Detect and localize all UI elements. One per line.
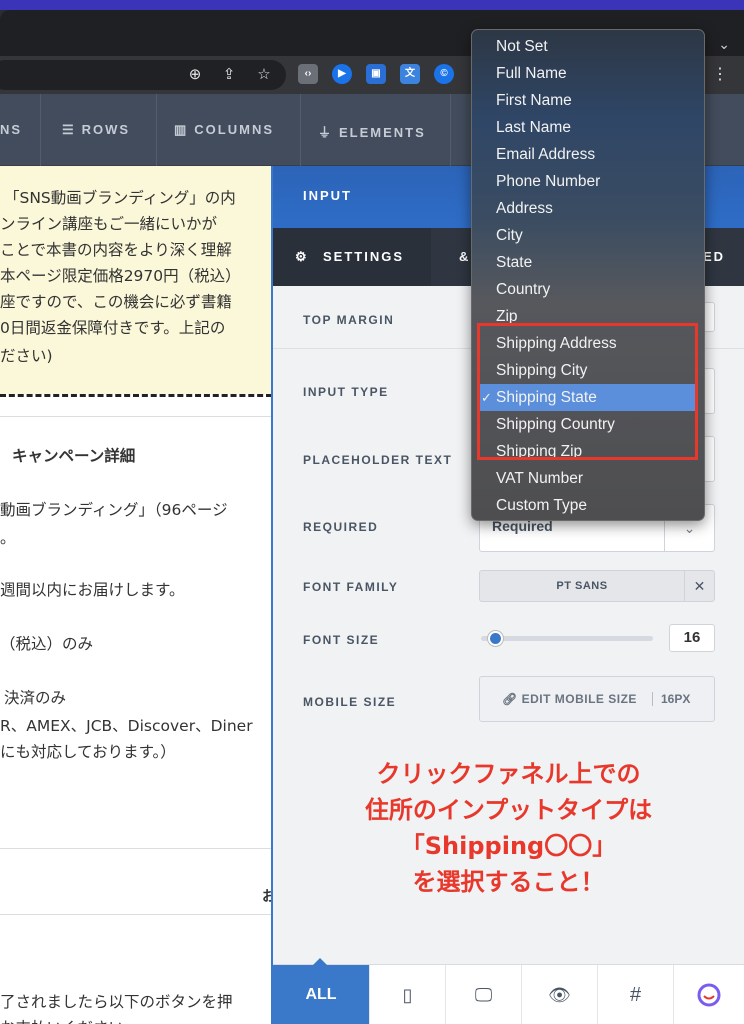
gear-icon: ⚙ [295, 249, 309, 264]
detail-line: 週間以内にお届けします。 [0, 581, 185, 599]
window-top-strip [0, 0, 744, 10]
detail-line: 。 [0, 529, 16, 547]
close-icon[interactable]: ✕ [684, 571, 714, 601]
detail-line: 決済のみ [4, 689, 67, 707]
nav-item-partial[interactable]: NS [0, 122, 22, 137]
extension-translate-icon[interactable]: 文 [400, 64, 420, 84]
font-family-label: FONT FAMILY [303, 580, 399, 594]
divider [0, 848, 272, 849]
hash-icon[interactable]: # [597, 965, 673, 1024]
edit-mobile-label: 🔗︎ EDIT MOBILE SIZE [502, 692, 637, 706]
bookmark-star-icon[interactable]: ☆ [253, 64, 275, 86]
detail-line: （税込）のみ [0, 635, 94, 653]
font-size-slider[interactable] [481, 636, 653, 641]
columns-icon: ▥ [174, 122, 189, 137]
nav-divider [156, 94, 157, 166]
highlight-annotation-box [477, 323, 698, 460]
font-size-slider-thumb[interactable] [488, 631, 503, 646]
dashed-divider [0, 394, 272, 397]
extension-calendar-icon[interactable]: ▣ [366, 64, 386, 84]
dropdown-option[interactable]: Address [472, 195, 704, 222]
annotation-text: クリックファネル上での 住所のインプットタイプは 「Shipping〇〇」 を選… [273, 756, 744, 900]
dropdown-option[interactable]: Phone Number [472, 168, 704, 195]
detail-line: 動画ブランディング」（96ページ [0, 501, 228, 519]
font-family-value: PT SANS [556, 580, 608, 592]
chat-bubble-icon[interactable] [673, 965, 744, 1024]
annotation-line: クリックファネル上での [376, 760, 641, 788]
rows-icon: ☰ [62, 122, 76, 137]
mobile-size-label: MOBILE SIZE [303, 695, 397, 709]
nav-divider [40, 94, 41, 166]
chat-bubble-svg [697, 983, 721, 1007]
extension-c-icon[interactable]: © [434, 64, 454, 84]
paragraph-line: 「SNS動画ブランディング」の内 [4, 189, 236, 207]
page-canvas: 「SNS動画ブランディング」の内 ンライン講座もご一緒にいかが ことで本書の内容… [0, 166, 272, 1024]
nav-label: ELEMENTS [339, 125, 426, 140]
dropdown-option[interactable]: Last Name [472, 114, 704, 141]
required-label: REQUIRED [303, 520, 379, 534]
dropdown-option[interactable]: First Name [472, 87, 704, 114]
divider [0, 416, 272, 417]
eye-icon[interactable]: 👁︎ [521, 965, 597, 1024]
desktop-icon[interactable]: 🖵︎ [445, 965, 521, 1024]
dropdown-option[interactable]: City [472, 222, 704, 249]
browser-menu-icon[interactable]: ⋮ [712, 64, 728, 84]
mobile-icon[interactable]: ▯ [369, 965, 445, 1024]
divider [0, 914, 272, 915]
dropdown-option[interactable]: Full Name [472, 60, 704, 87]
dropdown-option[interactable]: State [472, 249, 704, 276]
nav-label: ROWS [81, 122, 131, 137]
dropdown-option[interactable]: Custom Type [472, 492, 704, 519]
link-icon: 🔗︎ [502, 692, 522, 706]
nav-item-columns[interactable]: ▥ COLUMNS [174, 122, 274, 138]
detail-line: にも対応しております。） [0, 743, 176, 761]
tab-settings-label: SETTINGS [323, 249, 405, 264]
nav-label: COLUMNS [194, 122, 275, 137]
placeholder-text-label: PLACEHOLDER TEXT [303, 453, 453, 467]
detail-line: R、AMEX、JCB、Discover、Diner [0, 717, 253, 735]
device-all-button[interactable]: ALL [273, 958, 369, 1024]
mobile-size-value: 16PX [652, 692, 690, 706]
edit-mobile-size-button[interactable]: 🔗︎ EDIT MOBILE SIZE 16PX [479, 676, 715, 722]
nav-item-elements[interactable]: ⏚ ELEMENTS [318, 122, 426, 141]
dropdown-option[interactable]: Email Address [472, 141, 704, 168]
dropdown-option[interactable]: Country [472, 276, 704, 303]
dropdown-option[interactable]: VAT Number [472, 465, 704, 492]
dropdown-option[interactable]: Not Set [472, 33, 704, 60]
top-margin-label: TOP MARGIN [303, 313, 395, 327]
paragraph-line: 本ページ限定価格2970円（税込） [0, 267, 241, 285]
paragraph-line: ンライン講座もご一緒にいかが [0, 215, 218, 233]
paragraph-line: 座ですので、この機会に必ず書籍 [0, 293, 232, 311]
input-type-label: INPUT TYPE [303, 385, 389, 399]
paragraph-line: ことで本書の内容をより深く理解 [0, 241, 232, 259]
bottom-line: お支払いください [0, 1016, 124, 1024]
annotation-line: 住所のインプットタイプは [364, 796, 653, 824]
address-bar[interactable] [0, 60, 286, 90]
bottom-line: 了されましたら以下のボタンを押 [0, 993, 233, 1011]
campaign-heading: キャンペーン詳細 [12, 447, 136, 465]
font-size-label: FONT SIZE [303, 633, 380, 647]
share-icon[interactable]: ⇪ [218, 64, 240, 86]
nav-divider [300, 94, 301, 166]
annotation-line: 「Shipping〇〇」 [400, 832, 617, 860]
paragraph-line: ださい) [0, 347, 53, 365]
tab-list-chevron-icon[interactable]: ⌄ [718, 36, 730, 53]
tab-other[interactable]: & [459, 249, 470, 264]
edit-mobile-text: EDIT MOBILE SIZE [521, 692, 637, 706]
extension-code-icon[interactable]: ‹› [298, 64, 318, 84]
annotation-line: を選択すること！ [412, 868, 605, 896]
panel-title: INPUT [303, 188, 352, 203]
nav-divider [450, 94, 451, 166]
tab-settings[interactable]: ⚙ SETTINGS [273, 228, 431, 286]
extension-play-icon[interactable]: ▶ [332, 64, 352, 84]
device-bar: ALL ▯ 🖵︎ 👁︎ # [273, 958, 744, 1024]
zoom-icon[interactable]: ⊕ [184, 64, 206, 86]
font-size-input[interactable]: 16 [669, 624, 715, 652]
elements-icon: ⏚ [318, 125, 334, 140]
nav-item-rows[interactable]: ☰ ROWS [62, 122, 130, 138]
paragraph-line: 0日間返金保障付きです。上記の [0, 319, 226, 337]
tab-advanced[interactable]: ED [703, 249, 725, 264]
font-family-select[interactable]: PT SANS ✕ [479, 570, 715, 602]
